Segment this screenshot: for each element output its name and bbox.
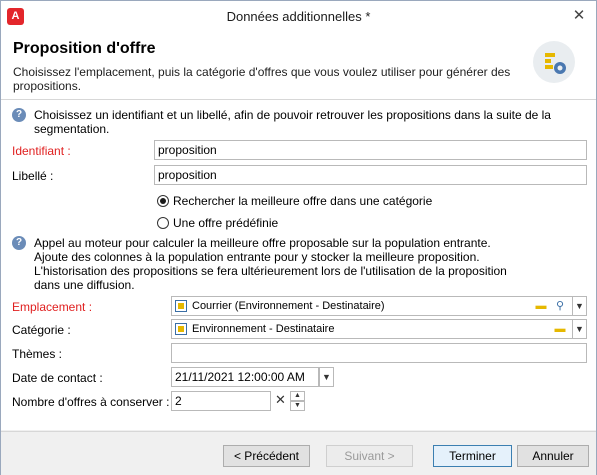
info-icon: ? <box>12 236 26 250</box>
info-identifier: ? Choisissez un identifiant et un libell… <box>12 108 572 136</box>
page-title: Proposition d'offre <box>13 40 156 57</box>
date-input[interactable]: 21/11/2021 12:00:00 AM <box>171 367 319 387</box>
info-engine: ? Appel au moteur pour calculer la meill… <box>12 236 572 292</box>
spin-up-icon[interactable]: ▲ <box>290 391 305 401</box>
emplacement-field[interactable]: Courrier (Environnement - Destinataire) … <box>171 296 573 316</box>
wizard-body: ? Choisissez un identifiant et un libell… <box>1 100 596 430</box>
cancel-button[interactable]: Annuler <box>517 445 589 467</box>
dialog-window: A Données additionnelles * ✕ Proposition… <box>0 0 597 475</box>
clear-icon[interactable]: ✕ <box>272 391 289 411</box>
radio-dot-selected[interactable] <box>157 195 169 207</box>
wizard-header: Proposition d'offre Choisissez l'emplace… <box>1 32 596 100</box>
date-dropdown-chevron-icon[interactable]: ▼ <box>319 367 334 387</box>
next-button[interactable]: Suivant > <box>326 445 413 467</box>
location-link-icon <box>175 300 187 312</box>
libelle-label: Libellé : <box>12 169 54 183</box>
title-bar: A Données additionnelles * ✕ <box>1 1 596 32</box>
nombre-input[interactable]: 2 <box>171 391 271 411</box>
window-title: Données additionnelles * <box>226 9 371 24</box>
categorie-field[interactable]: Environnement - Destinataire ▬ <box>171 319 573 339</box>
category-link-icon <box>175 323 187 335</box>
categorie-label: Catégorie : <box>12 323 71 337</box>
spin-down-icon[interactable]: ▼ <box>290 401 305 411</box>
wizard-footer: < Précédent Suivant > Terminer Annuler <box>1 431 596 475</box>
search-icon[interactable]: ⚲ <box>551 297 569 315</box>
folder-icon[interactable]: ▬ <box>532 297 550 315</box>
page-description: Choisissez l'emplacement, puis la catégo… <box>13 65 511 93</box>
finish-button[interactable]: Terminer <box>433 445 512 467</box>
info-icon: ? <box>12 108 26 122</box>
emplacement-dropdown-chevron-icon[interactable]: ▼ <box>572 296 587 316</box>
radio-predefined-offer[interactable]: Une offre prédéfinie <box>157 216 278 230</box>
themes-label: Thèmes : <box>12 347 63 361</box>
categorie-dropdown-chevron-icon[interactable]: ▼ <box>572 319 587 339</box>
nombre-label: Nombre d'offres à conserver : <box>12 395 170 409</box>
emplacement-label: Emplacement : <box>12 300 93 314</box>
themes-input[interactable] <box>171 343 587 363</box>
previous-button[interactable]: < Précédent <box>223 445 310 467</box>
identifiant-label: Identifiant : <box>12 144 71 158</box>
radio-dot[interactable] <box>157 217 169 229</box>
close-icon[interactable]: ✕ <box>570 7 588 25</box>
date-label: Date de contact : <box>12 371 103 385</box>
folder-icon[interactable]: ▬ <box>551 320 569 338</box>
libelle-input[interactable]: proposition <box>154 165 587 185</box>
radio-best-offer[interactable]: Rechercher la meilleure offre dans une c… <box>157 194 432 208</box>
offer-settings-icon <box>533 41 575 83</box>
app-logo-icon: A <box>7 8 24 25</box>
identifiant-input[interactable]: proposition <box>154 140 587 160</box>
